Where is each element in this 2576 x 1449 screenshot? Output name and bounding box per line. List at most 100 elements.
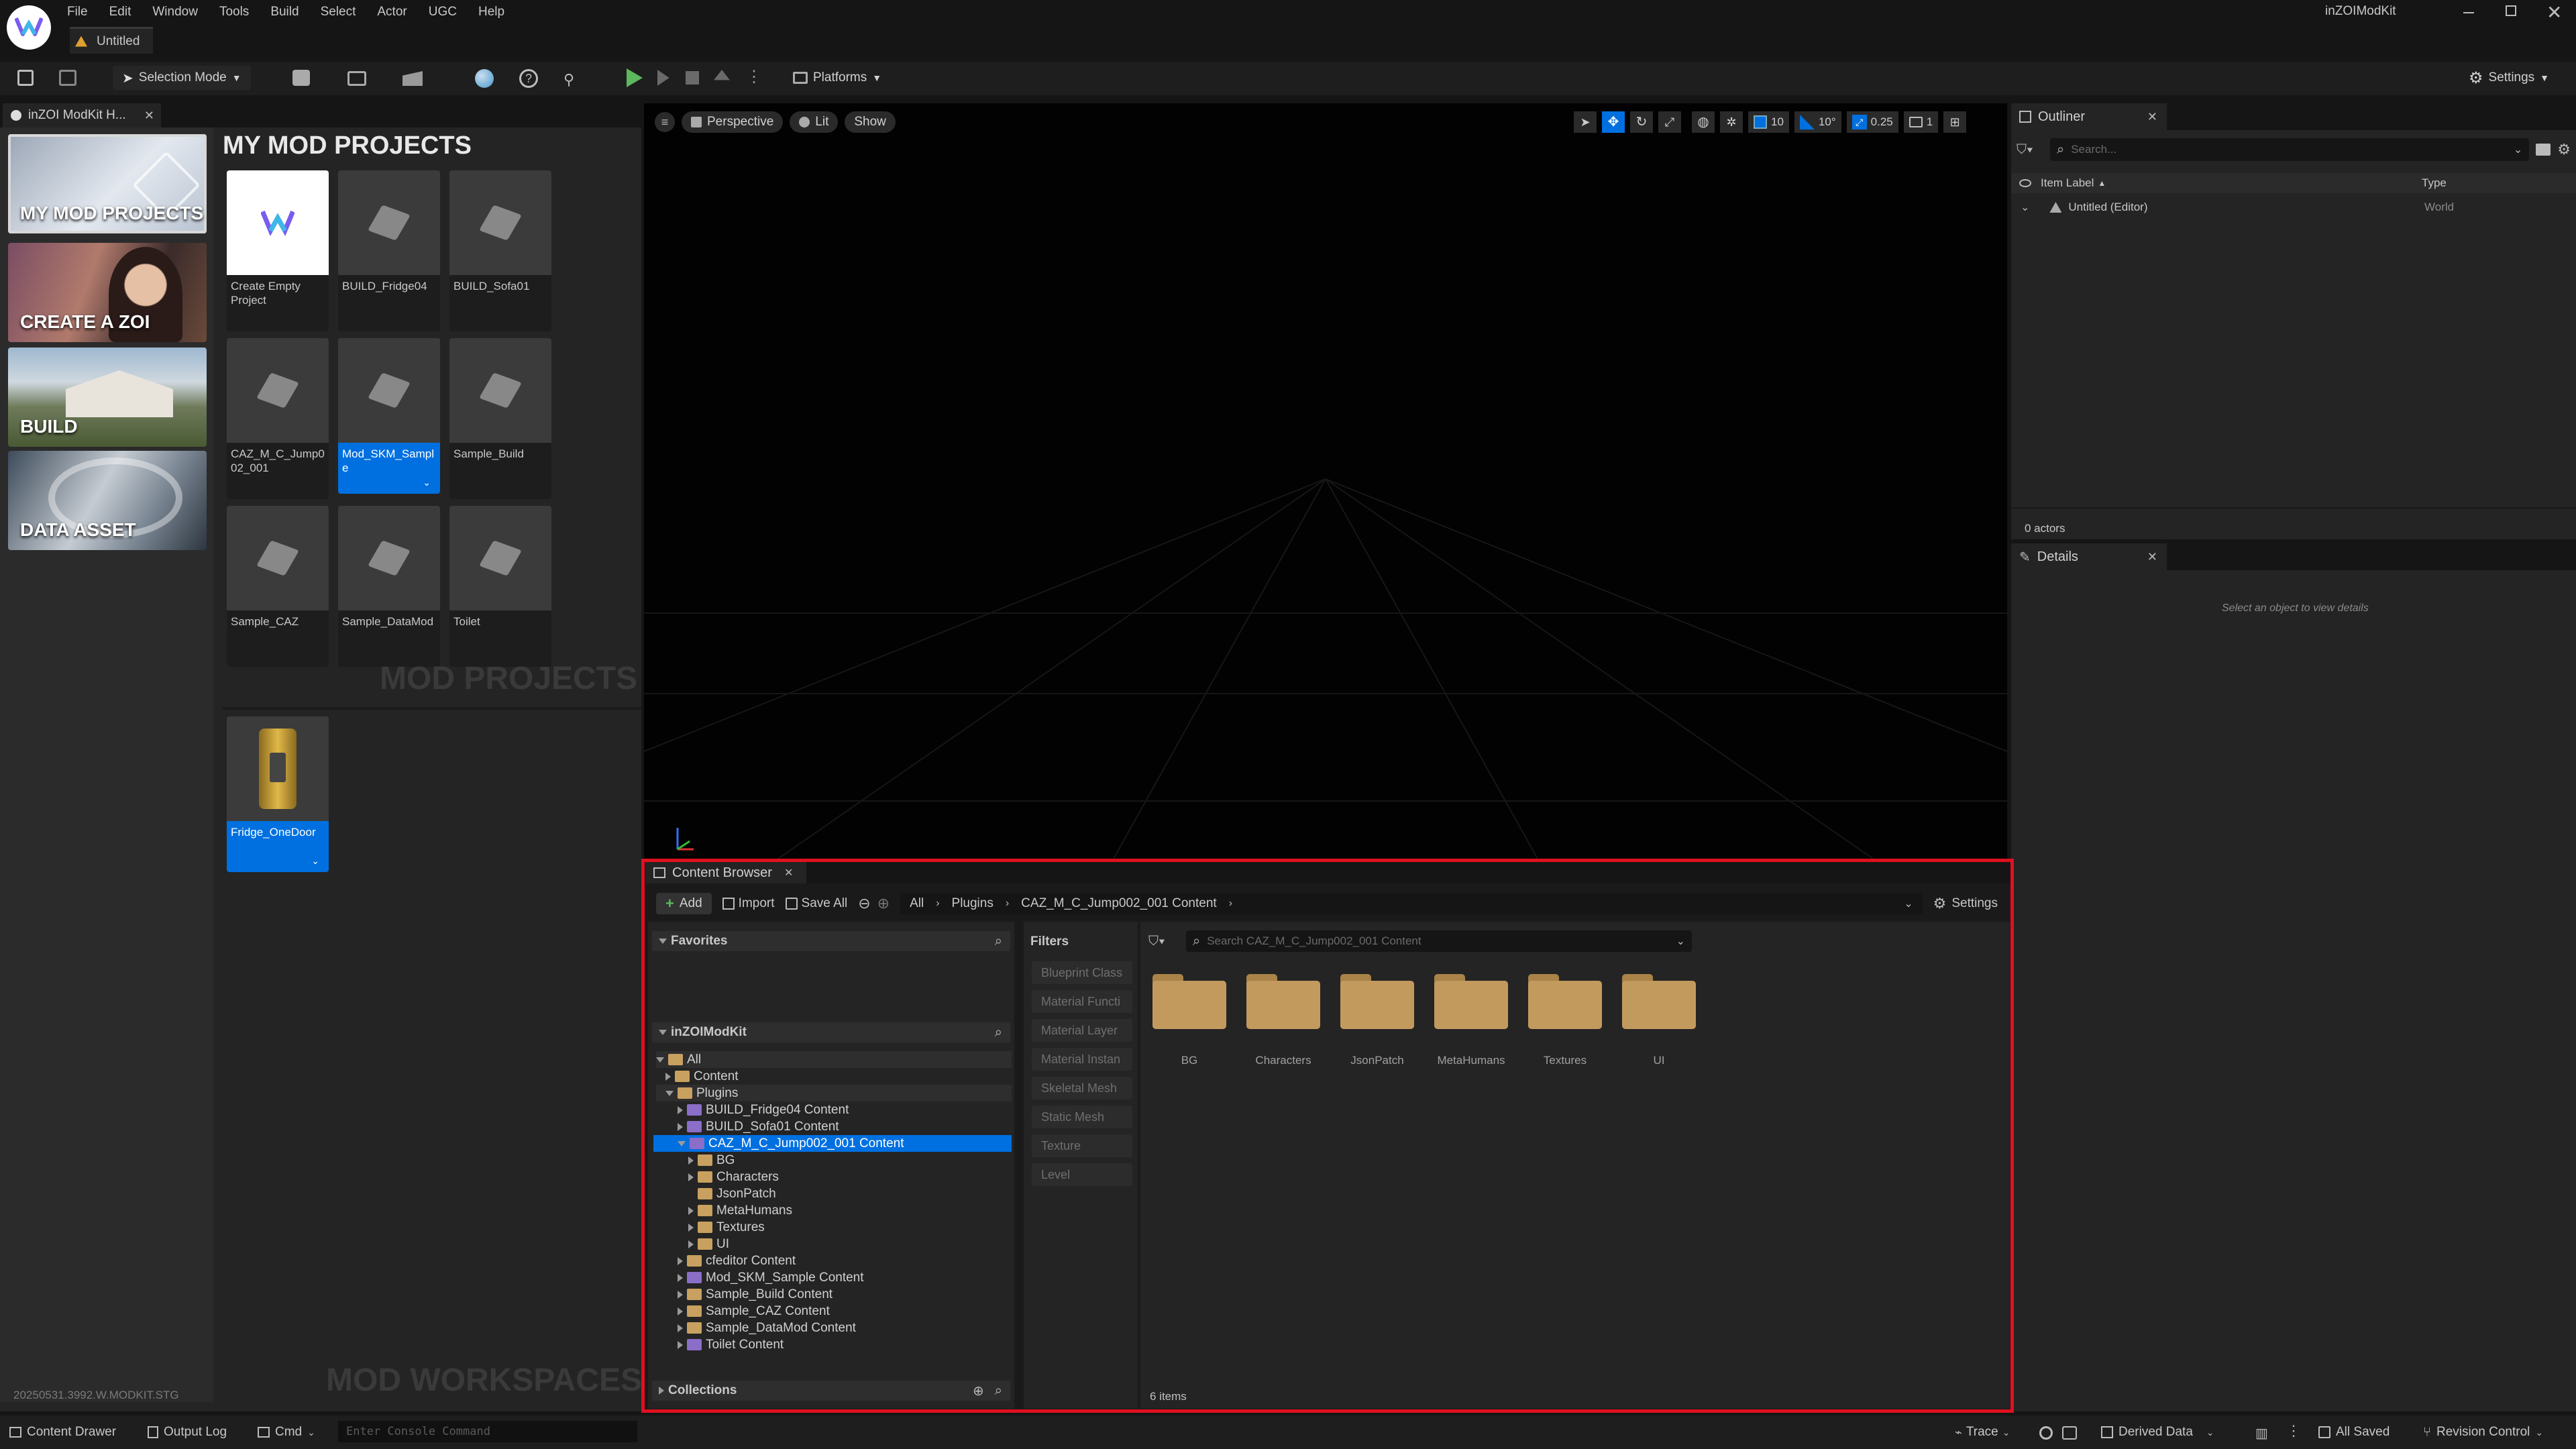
search-icon[interactable]: ⌕: [995, 934, 1002, 949]
menu-tools[interactable]: Tools: [219, 5, 249, 19]
browse-icon[interactable]: [59, 70, 76, 86]
content-browser-tab[interactable]: Content Browser ✕: [645, 862, 806, 883]
close-tab-icon[interactable]: ✕: [2147, 110, 2157, 124]
close-tab-icon[interactable]: ✕: [144, 109, 154, 123]
menu-ugc[interactable]: UGC: [429, 5, 457, 19]
blueprint-icon[interactable]: [347, 71, 366, 86]
workspace-card-fridge-onedoor[interactable]: Fridge_OneDoor ⌄: [227, 716, 329, 872]
close-tab-icon[interactable]: ✕: [784, 866, 793, 879]
globe-icon[interactable]: [475, 69, 494, 88]
tree-item-all[interactable]: All: [656, 1051, 1012, 1068]
collapse-arrow-icon[interactable]: ⌄: [2021, 201, 2029, 214]
root-header[interactable]: inZOIModKit ⌕: [652, 1022, 1010, 1042]
add-button[interactable]: + Add: [656, 893, 712, 914]
breadcrumb-all[interactable]: All: [910, 896, 924, 911]
tree-item-plugins[interactable]: Plugins: [656, 1085, 1012, 1102]
filter-material-instance[interactable]: Material Instan: [1032, 1048, 1132, 1071]
menu-help[interactable]: Help: [478, 5, 504, 19]
menu-file[interactable]: File: [67, 5, 88, 19]
surface-snap-icon[interactable]: ✲: [1720, 111, 1743, 133]
derived-data-dropdown[interactable]: Derived Data ⌄: [2101, 1422, 2214, 1442]
menu-edit[interactable]: Edit: [109, 5, 131, 19]
project-card-caz-jump[interactable]: CAZ_M_C_Jump002_001: [227, 338, 329, 499]
tree-item-textures[interactable]: Textures: [688, 1219, 765, 1236]
tree-item-metahumans[interactable]: MetaHumans: [688, 1202, 792, 1219]
project-card-build-fridge04[interactable]: BUILD_Fridge04: [338, 170, 440, 331]
revision-control-dropdown[interactable]: ⑂ Revision Control ⌄: [2423, 1422, 2543, 1442]
filter-texture[interactable]: Texture: [1032, 1134, 1132, 1157]
column-type[interactable]: Type: [2422, 176, 2447, 190]
history-back-icon[interactable]: ⊖: [858, 895, 870, 912]
add-actor-icon[interactable]: [292, 70, 310, 86]
record-icon[interactable]: [2039, 1426, 2053, 1440]
tree-item-jsonpatch[interactable]: JsonPatch: [688, 1185, 776, 1202]
filter-material-layer[interactable]: Material Layer: [1032, 1019, 1132, 1042]
restore-icon[interactable]: [2506, 5, 2516, 16]
tree-item-toilet[interactable]: Toilet Content: [678, 1336, 784, 1353]
tree-item-sample-caz[interactable]: Sample_CAZ Content: [678, 1303, 830, 1320]
menu-window[interactable]: Window: [152, 5, 198, 19]
asset-folder-jsonpatch[interactable]: [1340, 971, 1414, 1029]
asset-folder-textures[interactable]: [1528, 971, 1602, 1029]
translate-tool-icon[interactable]: ✥: [1602, 111, 1625, 133]
tree-item-sample-build[interactable]: Sample_Build Content: [678, 1286, 833, 1303]
viewport[interactable]: ≡ Perspective Lit Show ➤ ✥ ↻ ⤢ ◍ ✲ 10 10…: [644, 103, 2007, 859]
scale-snap-button[interactable]: ⤢ 0.25: [1846, 111, 1898, 133]
project-card-build-sofa01[interactable]: BUILD_Sofa01: [449, 170, 551, 331]
scale-tool-icon[interactable]: ⤢: [1658, 111, 1681, 133]
tree-item-ui[interactable]: UI: [688, 1236, 729, 1252]
asset-folder-characters[interactable]: [1246, 971, 1320, 1029]
document-tab[interactable]: Untitled: [70, 27, 154, 54]
category-build[interactable]: BUILD: [8, 347, 207, 447]
stop-icon[interactable]: [686, 71, 699, 85]
cmd-dropdown[interactable]: Cmd ⌄: [258, 1422, 315, 1442]
help-icon[interactable]: ?: [519, 69, 538, 88]
more-options-icon[interactable]: ⋮: [746, 67, 762, 87]
tree-item-build-fridge04[interactable]: BUILD_Fridge04 Content: [678, 1102, 849, 1118]
asset-search-input[interactable]: ⌕ Search CAZ_M_C_Jump002_001 Content ⌄: [1186, 930, 1692, 952]
project-card-mod-skm-sample[interactable]: Mod_SKM_Sample ⌄: [338, 338, 440, 494]
asset-folder-metahumans[interactable]: [1434, 971, 1508, 1029]
layout-icon[interactable]: ⊞: [1943, 111, 1967, 133]
perspective-button[interactable]: Perspective: [682, 111, 784, 133]
filter-icon[interactable]: ⛉▾: [2017, 142, 2043, 158]
content-drawer-button[interactable]: Content Drawer: [9, 1422, 116, 1442]
tree-item-cfeditor[interactable]: cfeditor Content: [678, 1252, 796, 1269]
filter-material-function[interactable]: Material Functi: [1032, 990, 1132, 1013]
output-log-button[interactable]: Output Log: [148, 1422, 227, 1442]
console-input[interactable]: Enter Console Command: [338, 1421, 637, 1442]
menu-actor[interactable]: Actor: [377, 5, 407, 19]
save-all-button[interactable]: Save All: [785, 896, 847, 911]
angle-snap-button[interactable]: 10°: [1794, 111, 1841, 133]
add-folder-icon[interactable]: [2536, 144, 2551, 156]
lit-button[interactable]: Lit: [790, 111, 839, 133]
outliner-row[interactable]: ⌄ Untitled (Editor) World: [2011, 197, 2576, 217]
tree-item-caz-jump-selected[interactable]: CAZ_M_C_Jump002_001 Content: [653, 1135, 1012, 1152]
menu-build[interactable]: Build: [270, 5, 299, 19]
history-forward-icon[interactable]: ⊕: [877, 895, 890, 912]
tree-item-content[interactable]: Content: [665, 1068, 739, 1085]
asset-folder-ui[interactable]: [1622, 971, 1696, 1029]
play-icon[interactable]: [627, 68, 643, 87]
all-saved-status[interactable]: All Saved: [2318, 1422, 2390, 1442]
search-icon[interactable]: ⌕: [995, 1025, 1002, 1040]
debug-icon[interactable]: ⚲: [564, 71, 574, 89]
camera-speed-button[interactable]: 1: [1903, 111, 1939, 133]
column-item-label[interactable]: Item Label: [2041, 176, 2094, 190]
chevron-down-icon[interactable]: ⌄: [1904, 897, 1913, 910]
tree-item-bg[interactable]: BG: [688, 1152, 735, 1169]
favorites-header[interactable]: Favorites ⌕: [652, 931, 1010, 951]
show-button[interactable]: Show: [845, 111, 896, 133]
close-tab-icon[interactable]: ✕: [2147, 550, 2157, 564]
project-card-sample-build[interactable]: Sample_Build: [449, 338, 551, 499]
details-tab[interactable]: ✎ Details ✕: [2011, 543, 2167, 570]
outliner-search-input[interactable]: ⌕ Search... ⌄: [2050, 138, 2530, 161]
chevron-down-icon[interactable]: ⌄: [311, 855, 319, 867]
minimize-icon[interactable]: [2463, 12, 2474, 13]
menu-select[interactable]: Select: [321, 5, 356, 19]
close-window-icon[interactable]: ✕: [2546, 1, 2562, 23]
project-card-sample-caz[interactable]: Sample_CAZ: [227, 506, 329, 667]
filter-icon[interactable]: ⛉▾: [1148, 934, 1178, 949]
screenshot-icon[interactable]: [2062, 1426, 2077, 1440]
chevron-down-icon[interactable]: ⌄: [423, 477, 431, 488]
